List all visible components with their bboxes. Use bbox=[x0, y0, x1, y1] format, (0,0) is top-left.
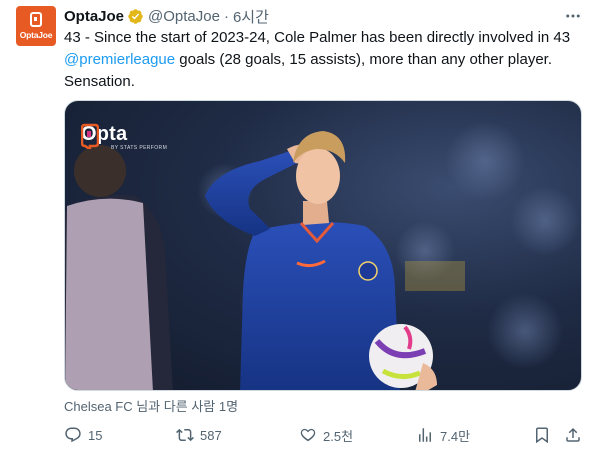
author-handle[interactable]: @OptaJoe bbox=[148, 8, 220, 25]
verified-badge-icon bbox=[128, 8, 143, 24]
opta-logo-sub: BY STATS PERFORM bbox=[111, 145, 168, 151]
opta-mark-icon bbox=[81, 123, 99, 149]
views-button[interactable]: 7.4만 bbox=[416, 424, 470, 446]
views-count: 7.4만 bbox=[440, 428, 471, 444]
opta-logo: Opta bbox=[81, 123, 127, 149]
reply-count: 15 bbox=[88, 427, 103, 443]
bookmark-icon bbox=[536, 427, 548, 444]
action-bar: 15 587 2.5천 7.4만 bbox=[64, 424, 588, 446]
more-icon bbox=[566, 14, 580, 18]
tweet-text-part1: 43 - Since the start of 2023-24, Cole Pa… bbox=[64, 29, 571, 46]
repost-icon bbox=[176, 428, 194, 442]
mention-link[interactable]: @premierleague bbox=[64, 51, 175, 68]
more-button[interactable] bbox=[561, 4, 585, 28]
tweet-photo[interactable]: Opta BY STATS PERFORM bbox=[64, 100, 582, 391]
avatar[interactable]: OptaJoe bbox=[16, 6, 56, 46]
like-count: 2.5천 bbox=[323, 428, 354, 444]
reply-button[interactable]: 15 bbox=[64, 424, 102, 446]
share-icon bbox=[566, 427, 580, 442]
repost-button[interactable]: 587 bbox=[176, 424, 222, 446]
tagged-users[interactable]: Chelsea FC 님과 다른 사람 1명 bbox=[64, 396, 238, 415]
author-name[interactable]: OptaJoe bbox=[64, 8, 124, 25]
like-button[interactable]: 2.5천 bbox=[299, 424, 353, 446]
bookmark-button[interactable] bbox=[533, 424, 551, 446]
timestamp[interactable]: 6시간 bbox=[233, 6, 269, 27]
tweet-text: 43 - Since the start of 2023-24, Cole Pa… bbox=[64, 27, 588, 93]
repost-count: 587 bbox=[200, 427, 222, 443]
reply-icon bbox=[65, 427, 81, 443]
opta-glyph-icon bbox=[30, 12, 42, 27]
like-icon bbox=[300, 428, 316, 442]
tweet-header: OptaJoe @OptaJoe · 6시간 bbox=[64, 6, 269, 26]
share-button[interactable] bbox=[564, 424, 582, 446]
views-icon bbox=[419, 428, 431, 442]
avatar-text: OptaJoe bbox=[19, 30, 53, 40]
separator-dot: · bbox=[223, 7, 229, 25]
